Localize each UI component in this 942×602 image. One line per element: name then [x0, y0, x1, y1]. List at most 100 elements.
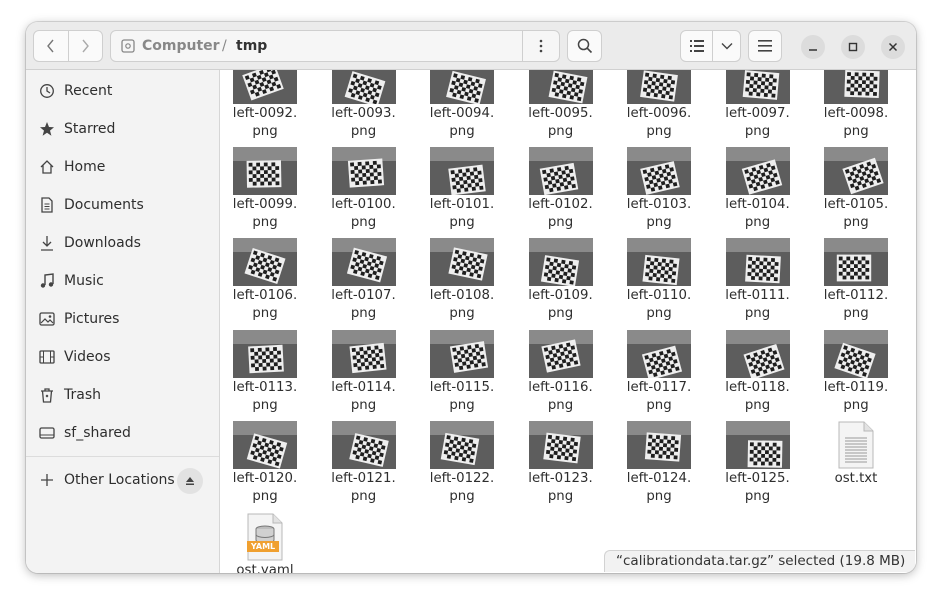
file-item[interactable]: left-0092. png: [220, 70, 310, 139]
image-thumbnail: [430, 147, 494, 195]
image-thumbnail: [331, 330, 396, 378]
sidebar-item-sf-shared[interactable]: sf_shared: [26, 416, 219, 450]
file-item[interactable]: left-0110. png: [614, 225, 704, 321]
image-thumbnail: [725, 70, 790, 104]
file-item[interactable]: left-0103. png: [614, 134, 704, 230]
checkerboard-image: [627, 421, 691, 469]
file-item[interactable]: left-0107. png: [319, 225, 409, 321]
file-item[interactable]: left-0096. png: [614, 70, 704, 139]
file-item[interactable]: left-0100. png: [319, 134, 409, 230]
sidebar-item-other-locations[interactable]: Other Locations: [26, 463, 219, 497]
minimize-button[interactable]: [801, 35, 825, 59]
file-item[interactable]: left-0118. png: [713, 317, 803, 413]
checkerboard-image: [430, 147, 494, 195]
image-thumbnail: [233, 238, 297, 286]
image-thumbnail: [331, 147, 396, 195]
image-thumbnail: [233, 147, 297, 195]
file-item[interactable]: left-0101. png: [417, 134, 507, 230]
file-name: left-0125. png: [725, 471, 790, 504]
file-item[interactable]: left-0116. png: [516, 317, 606, 413]
image-thumbnail: [233, 421, 297, 469]
forward-button[interactable]: [69, 31, 103, 61]
search-button[interactable]: [567, 30, 602, 62]
file-item[interactable]: left-0114. png: [319, 317, 409, 413]
image-thumbnail: [528, 147, 593, 195]
image-thumbnail: [430, 330, 494, 378]
maximize-button[interactable]: [841, 35, 865, 59]
sidebar-item-downloads[interactable]: Downloads: [26, 226, 219, 260]
file-item[interactable]: left-0119. png: [811, 317, 901, 413]
checkerboard-image: [725, 421, 790, 469]
file-item[interactable]: left-0105. png: [811, 134, 901, 230]
file-item[interactable]: YAML ost.yaml: [220, 500, 310, 573]
path-crumb-computer[interactable]: Computer: [142, 31, 220, 61]
image-thumbnail: [528, 421, 593, 469]
checkerboard-image: [824, 70, 888, 104]
trash-icon: [41, 388, 53, 403]
file-item[interactable]: left-0120. png: [220, 408, 310, 504]
checkerboard-image: [627, 330, 691, 378]
file-item[interactable]: left-0099. png: [220, 134, 310, 230]
path-menu-button[interactable]: [522, 31, 559, 61]
image-thumbnail: [430, 70, 494, 104]
close-button[interactable]: [881, 35, 905, 59]
main-menu-button[interactable]: [748, 30, 782, 62]
image-thumbnail: [627, 330, 691, 378]
file-item[interactable]: left-0113. png: [220, 317, 310, 413]
file-name: left-0121. png: [331, 471, 396, 504]
checkerboard-image: [725, 238, 790, 286]
checkerboard-image: [725, 330, 790, 378]
file-item[interactable]: left-0117. png: [614, 317, 704, 413]
drive-icon: [39, 427, 55, 439]
sidebar-item-videos[interactable]: Videos: [26, 340, 219, 374]
file-name: ost.txt: [834, 471, 878, 486]
file-item[interactable]: left-0102. png: [516, 134, 606, 230]
back-button[interactable]: [34, 31, 69, 61]
image-thumbnail: [725, 147, 790, 195]
sidebar-item-label: Recent: [64, 83, 113, 99]
file-item[interactable]: left-0124. png: [614, 408, 704, 504]
video-icon: [39, 350, 55, 364]
sidebar-item-home[interactable]: Home: [26, 150, 219, 184]
picture-icon: [39, 312, 55, 326]
sidebar-item-documents[interactable]: Documents: [26, 188, 219, 222]
file-item[interactable]: left-0121. png: [319, 408, 409, 504]
sidebar-divider: [26, 456, 219, 457]
sidebar-item-label: Other Locations: [64, 472, 175, 488]
file-item[interactable]: left-0097. png: [713, 70, 803, 139]
file-item[interactable]: left-0109. png: [516, 225, 606, 321]
checkerboard-image: [430, 70, 494, 104]
file-item[interactable]: left-0098. png: [811, 70, 901, 139]
file-item[interactable]: left-0111. png: [713, 225, 803, 321]
sidebar-item-recent[interactable]: Recent: [26, 74, 219, 108]
file-item[interactable]: left-0125. png: [713, 408, 803, 504]
checkerboard-image: [331, 147, 396, 195]
checkerboard-image: [824, 238, 888, 286]
file-item[interactable]: left-0094. png: [417, 70, 507, 139]
file-name: left-0123. png: [528, 471, 593, 504]
checkerboard-image: [233, 70, 297, 104]
checkerboard-image: [331, 421, 396, 469]
file-item[interactable]: left-0093. png: [319, 70, 409, 139]
file-item[interactable]: ost.txt: [811, 408, 901, 496]
sidebar-item-pictures[interactable]: Pictures: [26, 302, 219, 336]
file-item[interactable]: left-0095. png: [516, 70, 606, 139]
sidebar-item-starred[interactable]: Starred: [26, 112, 219, 146]
sidebar-item-label: Starred: [64, 121, 116, 137]
file-item[interactable]: left-0112. png: [811, 225, 901, 321]
sidebar-item-music[interactable]: Music: [26, 264, 219, 298]
file-item[interactable]: left-0115. png: [417, 317, 507, 413]
file-item[interactable]: left-0122. png: [417, 408, 507, 504]
checkerboard-image: [331, 238, 396, 286]
view-options-button[interactable]: [713, 31, 740, 61]
file-item[interactable]: left-0104. png: [713, 134, 803, 230]
download-icon: [41, 236, 53, 251]
file-item[interactable]: left-0106. png: [220, 225, 310, 321]
file-item[interactable]: left-0108. png: [417, 225, 507, 321]
view-toggle-group: [680, 30, 741, 62]
list-view-button[interactable]: [681, 31, 714, 61]
status-bar: “calibrationdata.tar.gz” selected (19.8 …: [604, 550, 915, 572]
file-item[interactable]: left-0123. png: [516, 408, 606, 504]
sidebar-item-trash[interactable]: Trash: [26, 378, 219, 412]
path-crumb-tmp[interactable]: tmp: [236, 31, 267, 61]
